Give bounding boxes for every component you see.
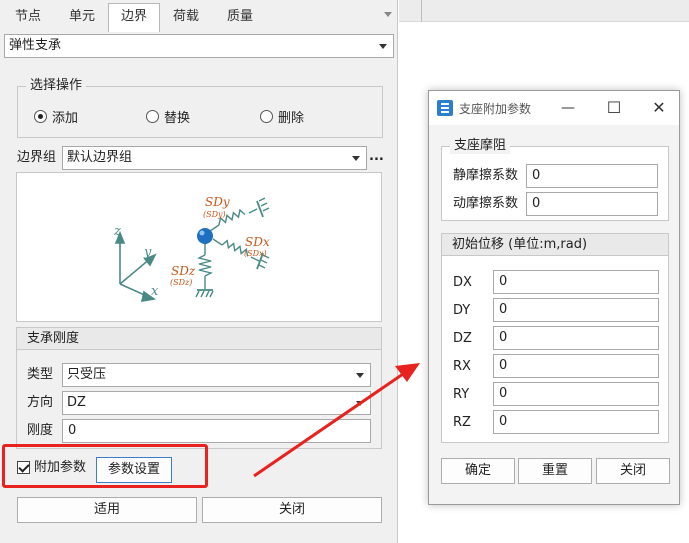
dx-input[interactable]: 0 — [493, 270, 659, 294]
friction-group: 支座摩阻 静摩擦系数 0 动摩擦系数 0 — [441, 138, 669, 221]
maximize-icon[interactable]: ☐ — [605, 99, 623, 117]
app-icon — [437, 100, 453, 116]
dy-input[interactable]: 0 — [493, 298, 659, 322]
dz-value: 0 — [499, 330, 508, 345]
dynamic-friction-value: 0 — [532, 196, 541, 211]
ry-label: RY — [453, 387, 470, 402]
dialog-title-bar: 支座附加参数 — ☐ ✕ — [429, 91, 679, 125]
static-friction-value: 0 — [532, 168, 541, 183]
ry-input[interactable]: 0 — [493, 382, 659, 406]
dz-input[interactable]: 0 — [493, 326, 659, 350]
dialog-reset-button[interactable]: 重置 — [518, 458, 592, 484]
static-friction-label: 静摩擦系数 — [453, 168, 519, 183]
dx-value: 0 — [499, 274, 508, 289]
support-extra-params-dialog: 支座附加参数 — ☐ ✕ 支座摩阻 静摩擦系数 0 动摩擦系数 0 初始位移 (… — [428, 90, 680, 505]
initial-displacement-group: 初始位移 (单位:m,rad) DX 0 DY 0 DZ 0 RX 0 RY 0… — [441, 233, 669, 443]
rz-label: RZ — [453, 415, 471, 430]
rx-value: 0 — [499, 358, 508, 373]
dy-label: DY — [453, 303, 471, 318]
dynamic-friction-label: 动摩擦系数 — [453, 196, 519, 211]
rz-input[interactable]: 0 — [493, 410, 659, 434]
initial-displacement-title: 初始位移 (单位:m,rad) — [442, 234, 668, 256]
friction-group-title: 支座摩阻 — [450, 138, 511, 154]
rx-label: RX — [453, 359, 471, 374]
dialog-title: 支座附加参数 — [459, 102, 532, 116]
rz-value: 0 — [499, 414, 508, 429]
minimize-icon[interactable]: — — [559, 99, 577, 117]
dialog-close-button[interactable]: 关闭 — [596, 458, 670, 484]
static-friction-input[interactable]: 0 — [526, 164, 658, 188]
dy-value: 0 — [499, 302, 508, 317]
rx-input[interactable]: 0 — [493, 354, 659, 378]
dynamic-friction-input[interactable]: 0 — [526, 192, 658, 216]
ry-value: 0 — [499, 386, 508, 401]
dz-label: DZ — [453, 331, 472, 346]
dx-label: DX — [453, 275, 472, 290]
dialog-ok-button[interactable]: 确定 — [441, 458, 515, 484]
close-icon[interactable]: ✕ — [650, 99, 668, 117]
